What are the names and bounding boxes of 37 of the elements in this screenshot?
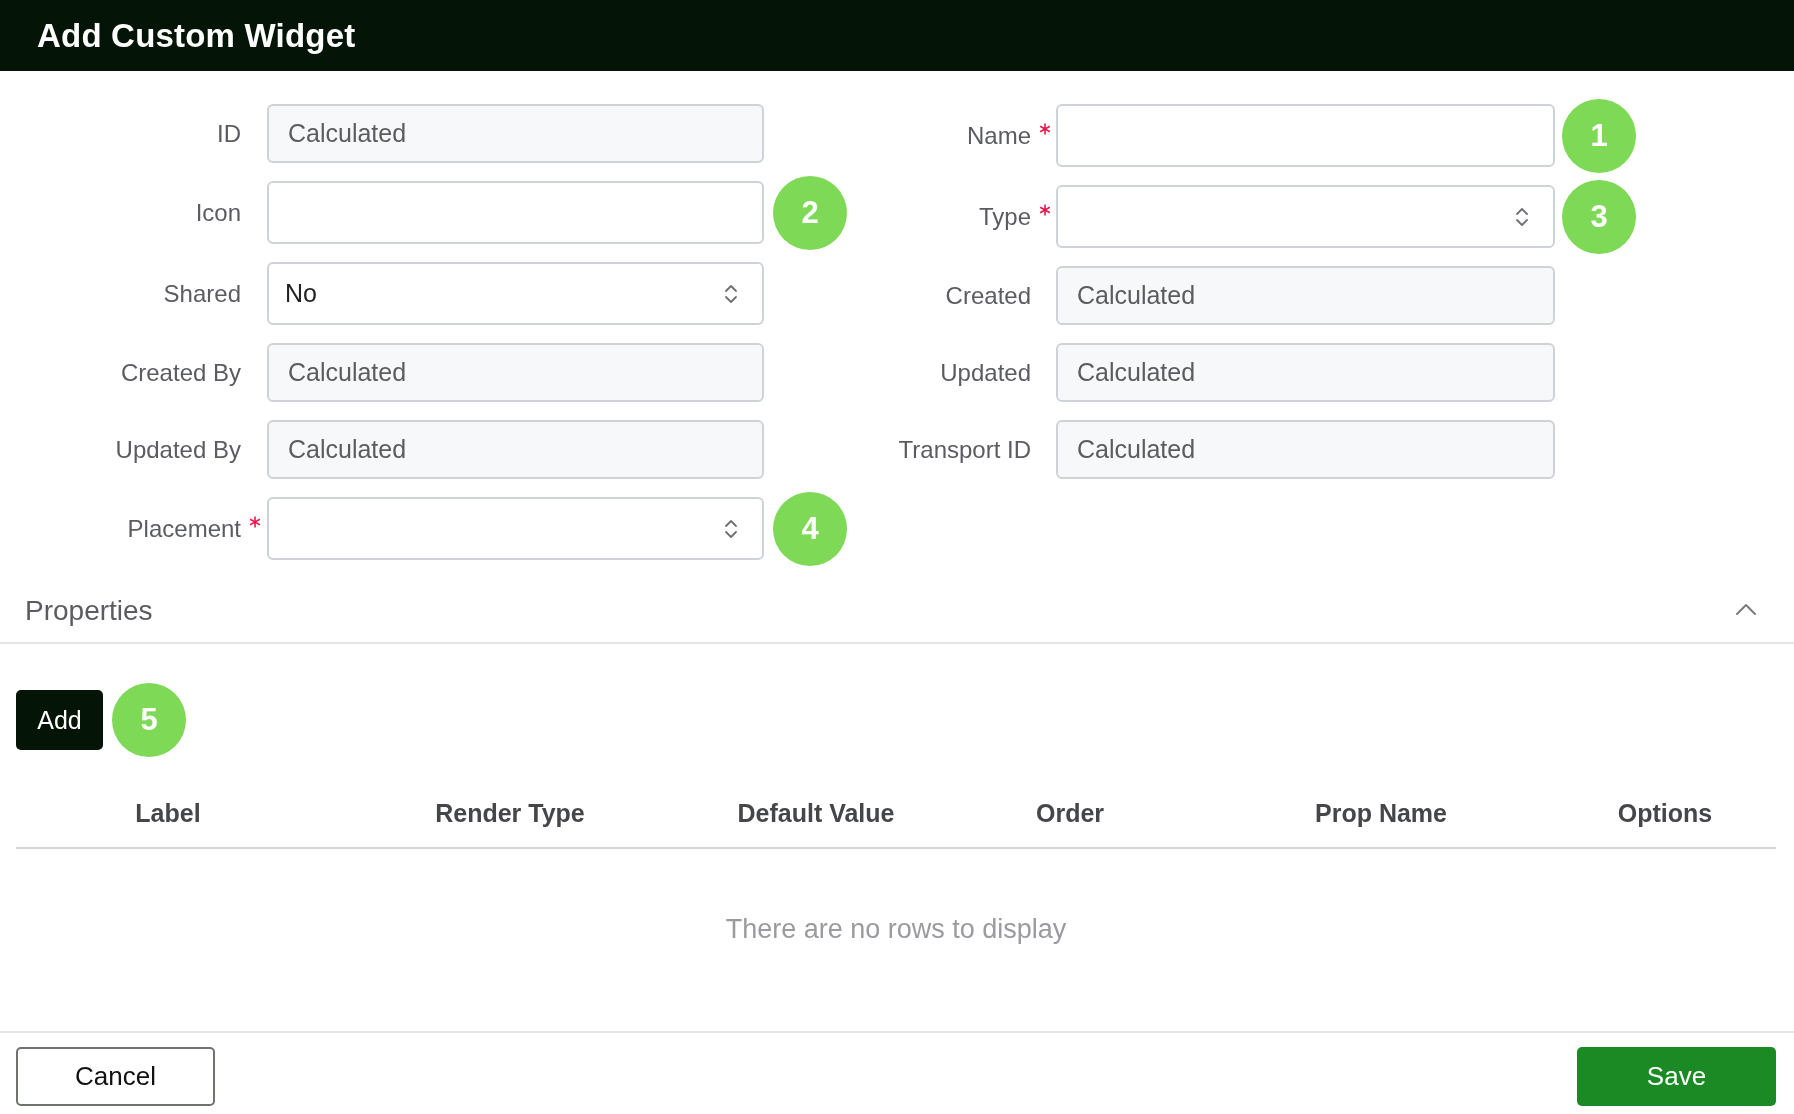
field-label: Name (966, 121, 1031, 150)
column-header: Order (1035, 798, 1105, 828)
dialog-title: Add Custom Widget (37, 16, 356, 55)
save-button[interactable]: Save (1577, 1047, 1776, 1106)
text-field[interactable] (267, 181, 764, 244)
field-label: Type (978, 202, 1031, 231)
field-label: Icon (195, 198, 241, 227)
cancel-button[interactable]: Cancel (16, 1047, 215, 1106)
column-header: Label (135, 798, 201, 828)
numbered-callout: 2 (773, 175, 847, 250)
up-down-chevron-icon (724, 517, 738, 540)
select-field[interactable]: No (267, 262, 764, 325)
field-label: Created By (120, 358, 241, 387)
field-label: Placement (127, 514, 241, 543)
field-label: Created (945, 281, 1031, 310)
up-down-chevron-icon (724, 282, 738, 305)
select-field[interactable] (267, 497, 764, 560)
numbered-callout: 3 (1562, 179, 1636, 254)
up-down-chevron-icon (1515, 205, 1529, 228)
field-label: Transport ID (898, 435, 1031, 464)
numbered-callout: 5 (112, 683, 186, 757)
column-header: Default Value (737, 798, 895, 828)
column-header: Render Type (435, 798, 585, 828)
column-header: Prop Name (1315, 798, 1447, 828)
select-field[interactable] (1056, 185, 1555, 248)
numbered-callout: 4 (773, 491, 847, 566)
text-field[interactable] (1056, 104, 1555, 167)
section-title: Properties (25, 595, 153, 627)
empty-table-message: There are no rows to display (725, 913, 1067, 945)
field-label: ID (217, 119, 241, 148)
field-label: Shared (163, 279, 241, 308)
chevron-up-icon[interactable] (1735, 603, 1757, 615)
numbered-callout: 1 (1562, 98, 1636, 173)
column-header: Options (1617, 798, 1713, 828)
field-label: Updated By (115, 435, 241, 464)
field-label: Updated (940, 358, 1031, 387)
add-button[interactable]: Add (16, 690, 103, 750)
